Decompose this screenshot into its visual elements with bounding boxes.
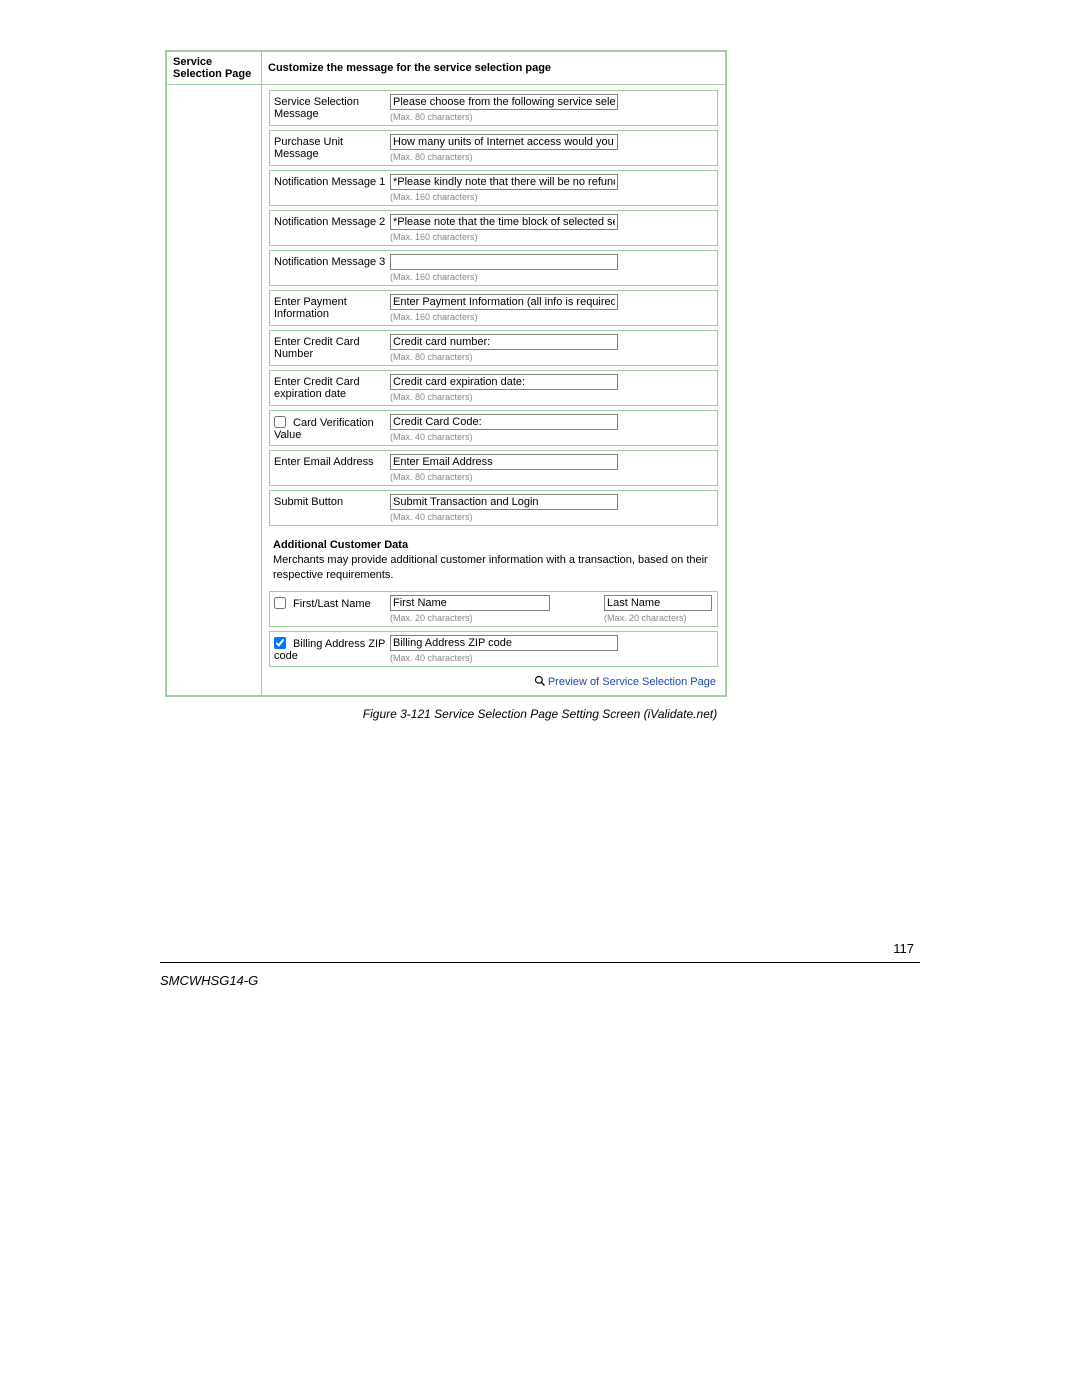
row-cvv: Card Verification Value (Max. 40 charact… xyxy=(269,410,718,446)
label-email: Enter Email Address xyxy=(274,454,390,468)
label-notif2: Notification Message 2 xyxy=(274,214,390,228)
row-email: Enter Email Address (Max. 80 characters) xyxy=(269,450,718,486)
row-notif3: Notification Message 3 (Max. 160 charact… xyxy=(269,250,718,286)
row-billing-zip: Billing Address ZIP code (Max. 40 charac… xyxy=(269,631,718,667)
input-last-name[interactable] xyxy=(604,595,712,611)
magnifier-icon xyxy=(534,675,546,687)
label-notif1: Notification Message 1 xyxy=(274,174,390,188)
row-notif1: Notification Message 1 (Max. 160 charact… xyxy=(269,170,718,206)
preview-link[interactable]: Preview of Service Selection Page xyxy=(548,676,716,688)
model-id: SMCWHSG14-G xyxy=(160,973,920,988)
input-billing-zip[interactable] xyxy=(390,635,618,651)
additional-title: Additional Customer Data xyxy=(273,538,714,553)
label-service-selection: Service Selection Message xyxy=(274,94,390,120)
settings-panel: Service Selection Page Customize the mes… xyxy=(165,50,727,697)
checkbox-cvv[interactable] xyxy=(274,416,286,428)
input-service-selection[interactable] xyxy=(390,94,618,110)
input-notif2[interactable] xyxy=(390,214,618,230)
row-first-last: First/Last Name (Max. 20 characters) xyxy=(269,591,718,627)
input-cc-number[interactable] xyxy=(390,334,618,350)
label-cvv: Card Verification Value xyxy=(274,414,390,441)
page-number: 117 xyxy=(160,941,920,956)
hint-last-name: (Max. 20 characters) xyxy=(604,613,712,623)
label-billing-zip: Billing Address ZIP code xyxy=(274,635,390,662)
hint-billing-zip: (Max. 40 characters) xyxy=(390,653,713,663)
input-cc-exp[interactable] xyxy=(390,374,618,390)
preview-row: Preview of Service Selection Page xyxy=(263,671,724,694)
footer-rule xyxy=(160,962,920,963)
input-email[interactable] xyxy=(390,454,618,470)
hint-first-name: (Max. 20 characters) xyxy=(390,613,550,623)
checkbox-first-last[interactable] xyxy=(274,597,286,609)
label-notif3: Notification Message 3 xyxy=(274,254,390,268)
panel-left-spacer xyxy=(167,85,262,695)
panel-right-header: Customize the message for the service se… xyxy=(262,52,726,85)
row-cc-number: Enter Credit Card Number (Max. 80 charac… xyxy=(269,330,718,366)
input-first-name[interactable] xyxy=(390,595,550,611)
hint-email: (Max. 80 characters) xyxy=(390,472,713,482)
hint-submit: (Max. 40 characters) xyxy=(390,512,713,522)
input-purchase-unit[interactable] xyxy=(390,134,618,150)
row-service-selection: Service Selection Message (Max. 80 chara… xyxy=(269,90,718,126)
hint-service-selection: (Max. 80 characters) xyxy=(390,112,713,122)
panel-body: Service Selection Message (Max. 80 chara… xyxy=(262,85,726,695)
input-notif3[interactable] xyxy=(390,254,618,270)
row-cc-exp: Enter Credit Card expiration date (Max. … xyxy=(269,370,718,406)
label-first-last-text: First/Last Name xyxy=(290,598,371,610)
hint-cc-number: (Max. 80 characters) xyxy=(390,352,713,362)
hint-payment-info: (Max. 160 characters) xyxy=(390,312,713,322)
additional-section: Additional Customer Data Merchants may p… xyxy=(263,530,724,587)
panel-left-header: Service Selection Page xyxy=(167,52,262,85)
label-first-last: First/Last Name xyxy=(274,595,390,610)
label-submit: Submit Button xyxy=(274,494,390,508)
label-cvv-text: Card Verification Value xyxy=(274,417,374,441)
input-submit[interactable] xyxy=(390,494,618,510)
hint-notif2: (Max. 160 characters) xyxy=(390,232,713,242)
hint-cc-exp: (Max. 80 characters) xyxy=(390,392,713,402)
row-purchase-unit: Purchase Unit Message (Max. 80 character… xyxy=(269,130,718,166)
label-purchase-unit: Purchase Unit Message xyxy=(274,134,390,160)
label-cc-exp: Enter Credit Card expiration date xyxy=(274,374,390,400)
hint-cvv: (Max. 40 characters) xyxy=(390,432,713,442)
input-cvv[interactable] xyxy=(390,414,618,430)
row-payment-info: Enter Payment Information (Max. 160 char… xyxy=(269,290,718,326)
label-payment-info: Enter Payment Information xyxy=(274,294,390,320)
checkbox-billing-zip[interactable] xyxy=(274,637,286,649)
hint-notif1: (Max. 160 characters) xyxy=(390,192,713,202)
hint-notif3: (Max. 160 characters) xyxy=(390,272,713,282)
label-billing-zip-text: Billing Address ZIP code xyxy=(274,638,385,662)
figure-caption: Figure 3-121 Service Selection Page Sett… xyxy=(160,707,920,721)
hint-purchase-unit: (Max. 80 characters) xyxy=(390,152,713,162)
row-submit: Submit Button (Max. 40 characters) xyxy=(269,490,718,526)
row-notif2: Notification Message 2 (Max. 160 charact… xyxy=(269,210,718,246)
input-payment-info[interactable] xyxy=(390,294,618,310)
additional-desc: Merchants may provide additional custome… xyxy=(273,553,714,583)
input-notif1[interactable] xyxy=(390,174,618,190)
label-cc-number: Enter Credit Card Number xyxy=(274,334,390,360)
